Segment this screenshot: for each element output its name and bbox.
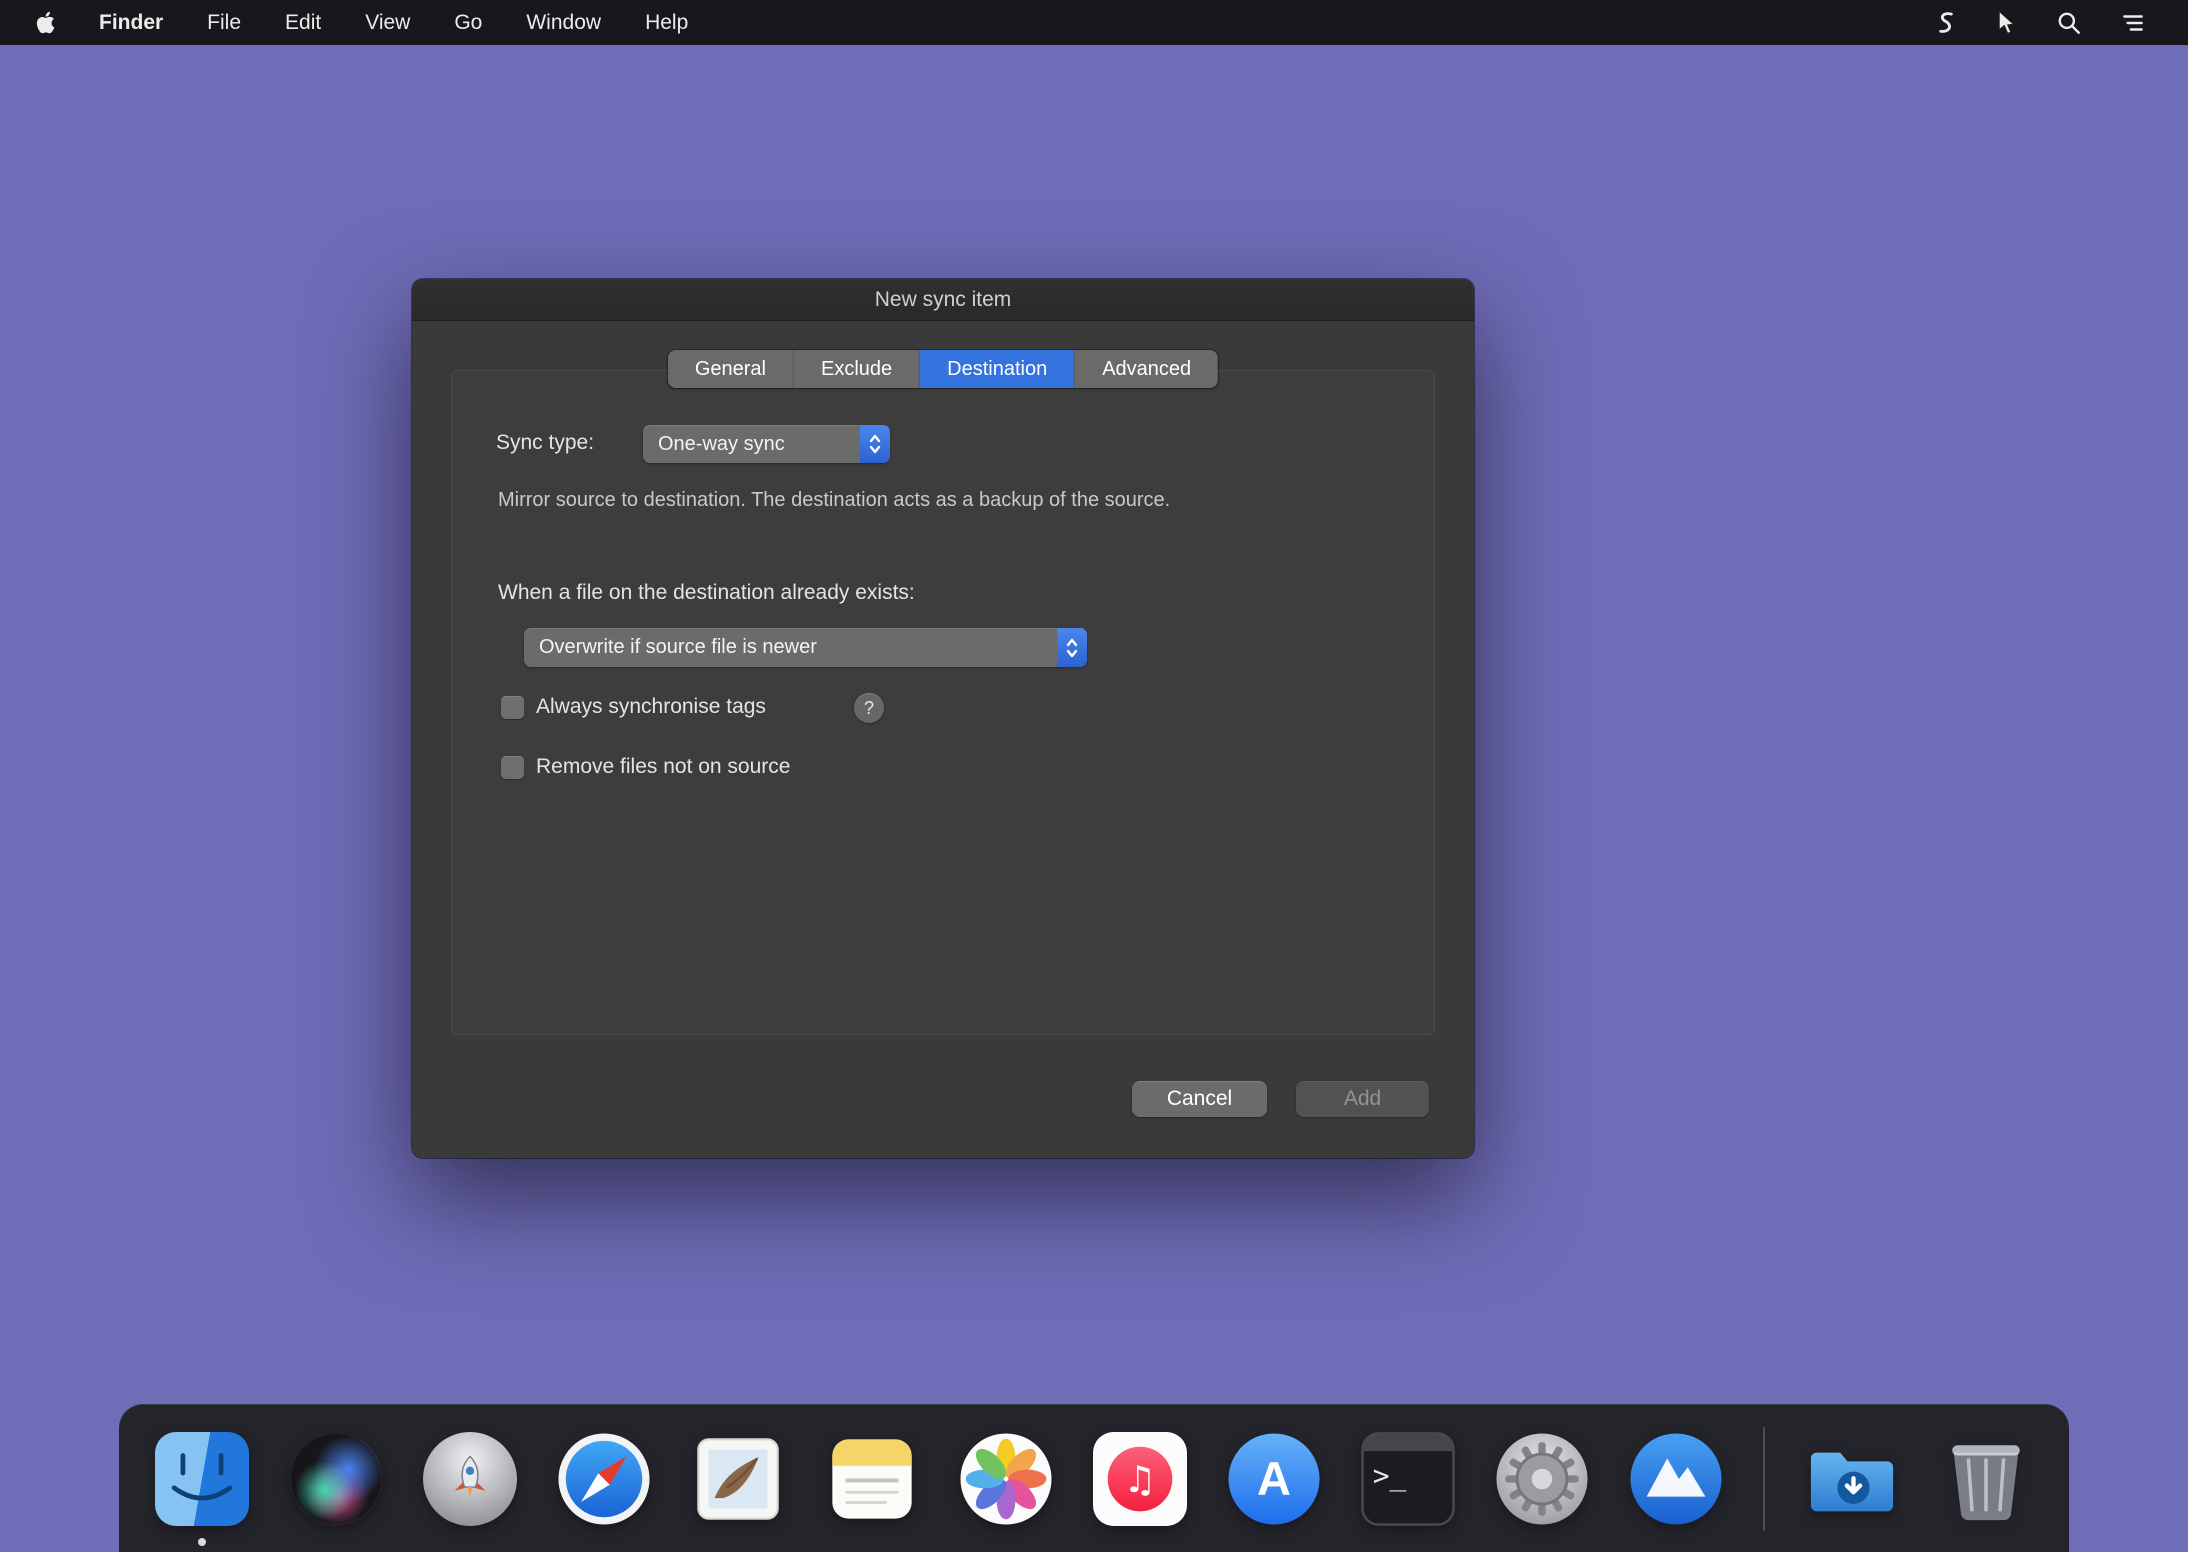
- dock-icon-terminal[interactable]: >_: [1361, 1432, 1455, 1526]
- menu-item-go[interactable]: Go: [454, 11, 482, 35]
- dock-icon-system-preferences[interactable]: [1495, 1432, 1589, 1526]
- help-button[interactable]: ?: [854, 693, 884, 723]
- tab-content-panel: Sync type: One-way sync Mirror source to…: [451, 370, 1435, 1035]
- popup-chevrons-icon: [1057, 628, 1087, 667]
- exists-label: When a file on the destination already e…: [498, 581, 915, 605]
- app-store-icon: A: [1227, 1432, 1321, 1526]
- launchpad-rocket-icon: [423, 1432, 517, 1526]
- menu-item-file[interactable]: File: [207, 11, 241, 35]
- mail-stamp-icon: [691, 1432, 785, 1526]
- sync-type-popup[interactable]: One-way sync: [643, 425, 890, 463]
- exists-popup[interactable]: Overwrite if source file is newer: [524, 628, 1087, 667]
- sync-type-description: Mirror source to destination. The destin…: [498, 489, 1170, 512]
- spotlight-search-icon[interactable]: [2056, 10, 2082, 36]
- dock: ♫ A >_: [119, 1404, 2069, 1552]
- sync-app-mountains-icon: [1629, 1432, 1723, 1526]
- popup-chevrons-icon: [860, 425, 890, 463]
- add-button[interactable]: Add: [1296, 1081, 1429, 1117]
- desktop: Finder File Edit View Go Window Help: [0, 0, 2188, 1552]
- apple-menu-icon[interactable]: [36, 11, 55, 34]
- tab-advanced[interactable]: Advanced: [1075, 350, 1218, 388]
- sync-type-popup-value: One-way sync: [658, 425, 785, 463]
- dock-icon-finder[interactable]: [155, 1432, 249, 1526]
- dock-icon-sync-app[interactable]: [1629, 1432, 1723, 1526]
- menu-bar: Finder File Edit View Go Window Help: [0, 0, 2188, 45]
- trash-icon: [1939, 1432, 2033, 1526]
- svg-text:>_: >_: [1373, 1458, 1407, 1492]
- notes-icon: [825, 1432, 919, 1526]
- sync-type-label: Sync type:: [496, 431, 594, 455]
- menu-item-edit[interactable]: Edit: [285, 11, 321, 35]
- checkbox-sync-tags[interactable]: [501, 696, 524, 719]
- menu-app-name[interactable]: Finder: [99, 11, 163, 35]
- checkbox-sync-tags-label: Always synchronise tags: [536, 695, 766, 719]
- new-sync-item-window: New sync item General Exclude Destinatio…: [412, 279, 1474, 1158]
- exists-popup-value: Overwrite if source file is newer: [539, 628, 817, 667]
- dock-icon-trash[interactable]: [1939, 1432, 2033, 1526]
- dock-icon-photos[interactable]: [959, 1432, 1053, 1526]
- dock-divider: [1763, 1427, 1765, 1531]
- window-title: New sync item: [875, 288, 1012, 312]
- menu-item-window[interactable]: Window: [526, 11, 601, 35]
- running-indicator: [198, 1538, 206, 1546]
- dock-icon-siri[interactable]: [289, 1432, 383, 1526]
- menu-item-help[interactable]: Help: [645, 11, 688, 35]
- cancel-button[interactable]: Cancel: [1132, 1081, 1267, 1117]
- dock-icon-downloads[interactable]: [1805, 1432, 1899, 1526]
- dock-icon-launchpad[interactable]: [423, 1432, 517, 1526]
- tab-bar: General Exclude Destination Advanced: [668, 350, 1218, 388]
- sync-status-icon[interactable]: [1934, 10, 1958, 36]
- dock-icon-mail[interactable]: [691, 1432, 785, 1526]
- finder-icon: [155, 1432, 249, 1526]
- photos-flower-icon: [959, 1432, 1053, 1526]
- checkbox-remove-files-label: Remove files not on source: [536, 755, 790, 779]
- music-note-icon: ♫: [1093, 1432, 1187, 1526]
- dock-icon-app-store[interactable]: A: [1227, 1432, 1321, 1526]
- pointer-tool-icon[interactable]: [1996, 10, 2018, 36]
- tab-general[interactable]: General: [668, 350, 794, 388]
- gear-icon: [1495, 1432, 1589, 1526]
- menu-item-view[interactable]: View: [365, 11, 410, 35]
- terminal-icon: >_: [1361, 1432, 1455, 1526]
- svg-text:♫: ♫: [1124, 1458, 1157, 1501]
- safari-compass-icon: [557, 1432, 651, 1526]
- dock-icon-notes[interactable]: [825, 1432, 919, 1526]
- checkbox-remove-files[interactable]: [501, 756, 524, 779]
- dock-icon-music[interactable]: ♫: [1093, 1432, 1187, 1526]
- dock-icon-safari[interactable]: [557, 1432, 651, 1526]
- window-title-bar[interactable]: New sync item: [412, 279, 1474, 321]
- tab-destination[interactable]: Destination: [920, 350, 1075, 388]
- downloads-folder-icon: [1805, 1432, 1899, 1526]
- svg-text:A: A: [1257, 1452, 1291, 1505]
- siri-icon: [289, 1432, 383, 1526]
- list-menu-icon[interactable]: [2120, 10, 2146, 36]
- tab-exclude[interactable]: Exclude: [794, 350, 920, 388]
- help-button-glyph: ?: [864, 698, 874, 719]
